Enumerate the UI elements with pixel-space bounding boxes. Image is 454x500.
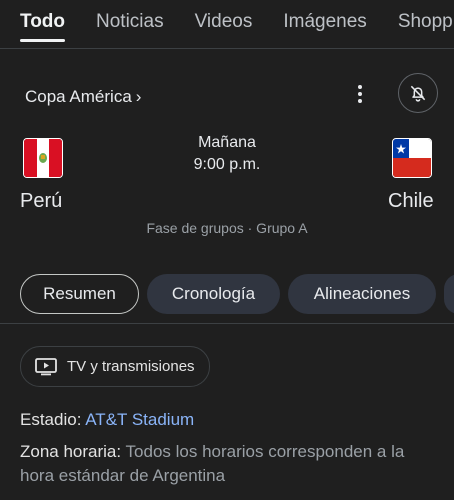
bell-add-icon — [410, 85, 426, 102]
notification-bell-button[interactable] — [398, 73, 438, 113]
peru-flag-icon — [23, 138, 63, 178]
stadium-link[interactable]: AT&T Stadium — [85, 410, 194, 429]
competition-name: Copa América — [25, 87, 132, 106]
stadium-label: Estadio: — [20, 410, 82, 429]
stadium-info: Estadio: AT&T Stadium — [20, 408, 194, 432]
tab-shopping[interactable]: Shoppin — [398, 0, 454, 44]
tab-imagenes[interactable]: Imágenes — [283, 0, 366, 44]
timezone-label: Zona horaria: — [20, 442, 122, 461]
tabs-divider — [0, 48, 454, 49]
section-divider — [0, 323, 454, 324]
match-day: Mañana — [198, 134, 256, 151]
more-options-icon[interactable] — [350, 82, 370, 106]
search-results-page: Todo Noticias Videos Imágenes Shoppin Co… — [0, 0, 454, 500]
tv-icon — [35, 357, 57, 375]
tab-todo[interactable]: Todo — [20, 0, 66, 44]
away-team-name[interactable]: Chile — [388, 190, 434, 213]
chip-alineaciones[interactable]: Alineaciones — [288, 274, 436, 314]
timezone-info: Zona horaria: Todos los horarios corresp… — [20, 440, 440, 488]
search-tabs: Todo Noticias Videos Imágenes Shoppin — [0, 0, 454, 44]
chip-more[interactable] — [444, 274, 454, 314]
tab-videos[interactable]: Videos — [195, 0, 253, 44]
competition-link[interactable]: Copa América › — [25, 87, 141, 107]
home-team-name[interactable]: Perú — [20, 190, 62, 213]
chip-resumen[interactable]: Resumen — [20, 274, 139, 314]
chevron-right-icon: › — [135, 87, 142, 106]
match-time: 9:00 p.m. — [193, 156, 261, 173]
chip-cronologia[interactable]: Cronología — [147, 274, 280, 314]
chile-flag-icon — [392, 138, 432, 178]
match-stage: Fase de grupos · Grupo A — [146, 220, 308, 236]
tv-broadcasts-button[interactable]: TV y transmisiones — [20, 346, 210, 387]
tv-broadcasts-label: TV y transmisiones — [67, 358, 195, 375]
tab-noticias[interactable]: Noticias — [96, 0, 164, 44]
